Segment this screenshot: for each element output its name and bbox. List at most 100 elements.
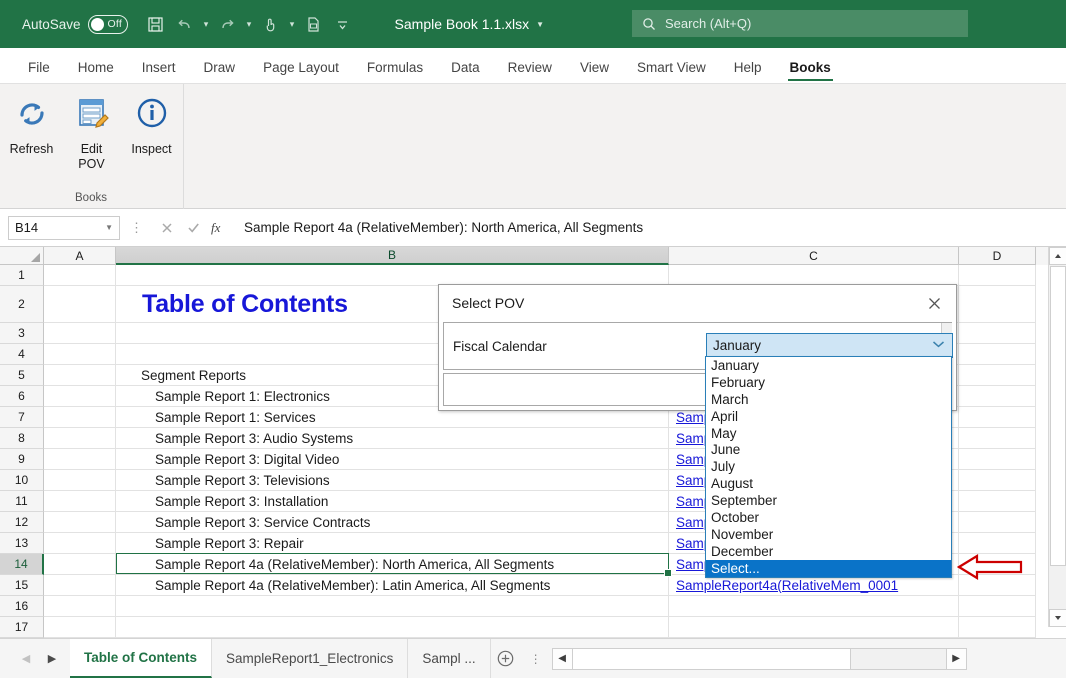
cell-A12[interactable] [44, 512, 116, 533]
horizontal-scrollbar-thumb[interactable] [573, 649, 851, 669]
cell-A11[interactable] [44, 491, 116, 512]
print-preview-icon[interactable] [300, 10, 328, 38]
cell-D8[interactable] [959, 428, 1036, 449]
cell-A16[interactable] [44, 596, 116, 617]
cell-D2[interactable] [959, 286, 1036, 323]
checkmark-icon[interactable] [180, 215, 206, 241]
cell-B12[interactable]: Sample Report 3: Service Contracts [116, 512, 669, 533]
column-header-A[interactable]: A [44, 247, 116, 265]
column-header-B[interactable]: B [116, 247, 669, 265]
hscroll-left-arrow-icon[interactable]: ◀ [553, 649, 573, 669]
row-header-12[interactable]: 12 [0, 512, 44, 533]
cell-A6[interactable] [44, 386, 116, 407]
dropdown-option-june[interactable]: June [706, 441, 951, 458]
cell-B14[interactable]: Sample Report 4a (RelativeMember): North… [116, 554, 669, 575]
cell-D4[interactable] [959, 344, 1036, 365]
row-header-16[interactable]: 16 [0, 596, 44, 617]
row-header-17[interactable]: 17 [0, 617, 44, 638]
undo-dropdown-caret-icon[interactable]: ▾ [200, 10, 213, 38]
touch-mode-icon[interactable] [257, 10, 285, 38]
row-header-7[interactable]: 7 [0, 407, 44, 428]
row-header-8[interactable]: 8 [0, 428, 44, 449]
ribbon-tab-view[interactable]: View [566, 60, 623, 83]
search-box[interactable]: Search (Alt+Q) [632, 10, 968, 37]
fx-icon[interactable]: fx [206, 215, 232, 241]
row-header-13[interactable]: 13 [0, 533, 44, 554]
ribbon-tab-data[interactable]: Data [437, 60, 494, 83]
autosave-toggle[interactable]: Off [88, 15, 128, 34]
cell-C15[interactable]: SampleReport4a(RelativeMem_0001 [669, 575, 959, 596]
touch-mode-caret-icon[interactable]: ▾ [286, 10, 299, 38]
formula-bar-expand-dots[interactable]: ⋮ [130, 220, 144, 236]
fiscal-calendar-combobox[interactable]: January [706, 333, 953, 358]
document-title[interactable]: Sample Book 1.1.xlsx ▼ [395, 16, 545, 32]
row-header-11[interactable]: 11 [0, 491, 44, 512]
hyperlink[interactable]: SampleReport4a(RelativeMem_0001 [672, 578, 898, 593]
cell-D17[interactable] [959, 617, 1036, 638]
cell-A5[interactable] [44, 365, 116, 386]
hscroll-right-arrow-icon[interactable]: ▶ [946, 649, 966, 669]
cell-D16[interactable] [959, 596, 1036, 617]
cell-D11[interactable] [959, 491, 1036, 512]
ribbon-tab-smart-view[interactable]: Smart View [623, 60, 720, 83]
row-header-9[interactable]: 9 [0, 449, 44, 470]
chevron-left-icon[interactable]: ◀ [14, 647, 38, 671]
sheet-tab-table-of-contents[interactable]: Table of Contents [70, 639, 212, 678]
sheet-tab-sampl[interactable]: Sampl ... [408, 639, 490, 678]
cell-B1[interactable] [116, 265, 669, 286]
horizontal-scrollbar-track[interactable] [573, 649, 946, 669]
cell-D3[interactable] [959, 323, 1036, 344]
ribbon-tab-books[interactable]: Books [776, 60, 845, 83]
cell-A7[interactable] [44, 407, 116, 428]
dropdown-option-january[interactable]: January [706, 357, 951, 374]
cell-C1[interactable] [669, 265, 959, 286]
ribbon-tab-review[interactable]: Review [494, 60, 566, 83]
cell-D10[interactable] [959, 470, 1036, 491]
dropdown-option-november[interactable]: November [706, 526, 951, 543]
cell-D9[interactable] [959, 449, 1036, 470]
cell-B15[interactable]: Sample Report 4a (RelativeMember): Latin… [116, 575, 669, 596]
vertical-scrollbar-thumb[interactable] [1050, 266, 1066, 566]
row-header-2[interactable]: 2 [0, 286, 44, 323]
cell-B9[interactable]: Sample Report 3: Digital Video [116, 449, 669, 470]
column-header-D[interactable]: D [959, 247, 1036, 265]
inspect-button[interactable]: Inspect [124, 92, 180, 175]
vertical-scrollbar[interactable] [1048, 247, 1066, 627]
dropdown-option-july[interactable]: July [706, 458, 951, 475]
redo-icon[interactable] [214, 10, 242, 38]
cell-A9[interactable] [44, 449, 116, 470]
autosave-toggle-group[interactable]: AutoSave Off [22, 15, 128, 34]
plus-circle-icon[interactable] [491, 644, 521, 674]
edit-pov-button[interactable]: EditPOV [64, 92, 120, 175]
close-icon[interactable] [920, 290, 948, 316]
chevron-right-icon[interactable]: ▶ [40, 647, 64, 671]
ribbon-tab-page-layout[interactable]: Page Layout [249, 60, 353, 83]
cell-B8[interactable]: Sample Report 3: Audio Systems [116, 428, 669, 449]
cell-C16[interactable] [669, 596, 959, 617]
cell-D1[interactable] [959, 265, 1036, 286]
row-header-14[interactable]: 14 [0, 554, 44, 575]
undo-icon[interactable] [171, 10, 199, 38]
cell-B13[interactable]: Sample Report 3: Repair [116, 533, 669, 554]
cell-D5[interactable] [959, 365, 1036, 386]
ribbon-tab-formulas[interactable]: Formulas [353, 60, 437, 83]
dropdown-option-october[interactable]: October [706, 509, 951, 526]
cell-A17[interactable] [44, 617, 116, 638]
select-all-corner[interactable] [0, 247, 44, 265]
ribbon-tab-home[interactable]: Home [64, 60, 128, 83]
fiscal-calendar-dropdown-list[interactable]: JanuaryFebruaryMarchAprilMayJuneJulyAugu… [705, 356, 952, 578]
redo-dropdown-caret-icon[interactable]: ▾ [243, 10, 256, 38]
name-box[interactable]: B14 ▼ [8, 216, 120, 240]
cell-A14[interactable] [44, 554, 116, 575]
save-icon[interactable] [142, 10, 170, 38]
cell-A3[interactable] [44, 323, 116, 344]
document-title-caret-icon[interactable]: ▼ [536, 20, 544, 29]
cell-D6[interactable] [959, 386, 1036, 407]
formula-input[interactable]: Sample Report 4a (RelativeMember): North… [240, 216, 1060, 240]
dropdown-option-february[interactable]: February [706, 374, 951, 391]
ribbon-tab-draw[interactable]: Draw [190, 60, 250, 83]
ribbon-tab-help[interactable]: Help [720, 60, 776, 83]
ribbon-tab-insert[interactable]: Insert [128, 60, 190, 83]
cell-B10[interactable]: Sample Report 3: Televisions [116, 470, 669, 491]
cell-A2[interactable] [44, 286, 116, 323]
